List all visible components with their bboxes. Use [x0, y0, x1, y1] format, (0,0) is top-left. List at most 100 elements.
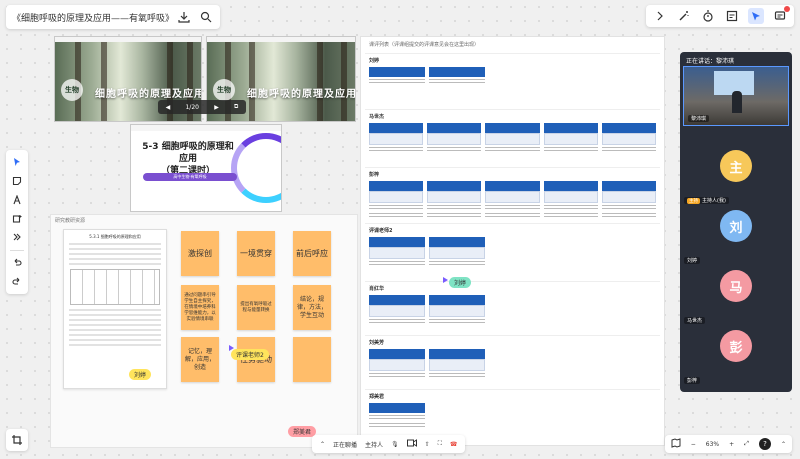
tool-divider — [10, 249, 24, 251]
avatar: 刘 — [720, 210, 752, 242]
board-panel-title: 研究教研资源 — [55, 218, 86, 224]
top-right-toolbar — [646, 5, 794, 27]
slide-tag: 生物 — [61, 79, 83, 101]
hangup-icon[interactable]: ☎ — [450, 441, 457, 448]
review-doc-panel[interactable]: 课评列表（评课组提交的评课意见会在这里出现） 刘婷 马世杰 彭梓 评课老师2 肖… — [360, 36, 665, 446]
left-tool-palette — [6, 150, 28, 294]
section-name: 郑美君 — [369, 394, 385, 400]
main-video[interactable]: 黎沛琪 — [683, 66, 789, 126]
help-icon[interactable]: ? — [758, 438, 771, 450]
section-name: 彭梓 — [369, 172, 380, 178]
cursor-icon[interactable] — [748, 8, 764, 24]
crop-icon[interactable] — [6, 429, 28, 451]
worksheet-image[interactable]: 5.3.1 细胞呼吸的原理和应用 — [63, 229, 167, 389]
host-tag: 主持 — [687, 197, 700, 204]
review-section: 评课老师2 — [365, 223, 660, 267]
participant-tile[interactable]: 刘 刘婷 — [680, 204, 792, 268]
worksheet-chart — [70, 269, 160, 305]
participant-tile[interactable]: 彭 彭梓 — [680, 324, 792, 388]
participant-name: 刘婷 — [684, 257, 701, 264]
sticky-note[interactable]: 通过问题串引导学生自主探究，在情境中培养科学思维能力，以实验情境串联 — [181, 285, 219, 330]
decorative-ring — [231, 133, 281, 203]
section-name: 刘美芳 — [369, 340, 385, 346]
participant-name: 马世杰 — [684, 317, 706, 324]
board-title: 《细胞呼吸的原理及应用——有氧呼吸》 — [12, 13, 170, 24]
review-section: 彭梓 — [365, 167, 660, 219]
chat-icon[interactable] — [772, 6, 790, 24]
remote-cursor-icon — [443, 277, 448, 283]
participant-tile[interactable]: 马 马世杰 — [680, 264, 792, 328]
user-name-pill: 郑美君 — [288, 426, 317, 437]
speaking-label: 正在聊播 — [333, 441, 358, 449]
magic-wand-icon[interactable] — [676, 8, 692, 24]
zoom-percent: 63% — [705, 440, 720, 448]
sticky-note[interactable]: 提出有氧呼吸过程与能量转换 — [237, 285, 275, 330]
timer-icon[interactable] — [700, 8, 716, 24]
user-name-pill: 刘婷 — [129, 369, 152, 380]
next-page-icon[interactable]: ▶ — [214, 104, 219, 111]
board-icon[interactable] — [724, 8, 740, 24]
meeting-bar: ⌃ 正在聊播 主持人 🎙 ⇧ ⛶ ☎ — [312, 435, 466, 453]
map-icon[interactable] — [671, 438, 681, 450]
collapse-icon[interactable]: ⌃ — [781, 441, 786, 448]
sticky-note[interactable]: 结论，规律，方法，学生互动 — [293, 285, 331, 330]
slide-pager: ◀ 1/20 ▶ ⧉ — [158, 100, 246, 114]
pen-icon[interactable] — [9, 194, 25, 207]
ppt-subtitle: 高中生物·有氧呼吸 — [143, 173, 237, 181]
section-name: 肖红华 — [369, 286, 385, 292]
undo-icon[interactable] — [9, 257, 25, 270]
title-bar: 《细胞呼吸的原理及应用——有氧呼吸》 — [6, 5, 220, 29]
review-section: 刘美芳 — [365, 335, 660, 379]
zoom-out-icon[interactable]: − — [691, 441, 696, 448]
participant-name: 彭梓 — [684, 377, 701, 384]
ppt-slide[interactable]: 5-3 细胞呼吸的原理和应用 （第二课时） 高中生物·有氧呼吸 — [130, 124, 282, 212]
share-icon[interactable]: ⇧ — [425, 441, 430, 448]
expand-icon[interactable]: ⤢ — [744, 440, 749, 448]
slide-heading: 细胞呼吸的原理及应用 — [247, 89, 356, 100]
select-icon[interactable] — [9, 156, 25, 169]
page-total: /20 — [189, 103, 199, 111]
sticky-note[interactable]: 激探创 — [181, 231, 219, 276]
chevron-up-icon[interactable]: ⌃ — [320, 441, 325, 448]
worksheet-title: 5.3.1 细胞呼吸的原理和应用 — [89, 234, 141, 239]
board-panel[interactable]: 研究教研资源 5.3.1 细胞呼吸的原理和应用 刘婷 激探创 一境贯穿 前后呼应… — [50, 214, 358, 448]
download-icon[interactable] — [176, 9, 192, 25]
search-icon[interactable] — [198, 9, 214, 25]
chevron-right-icon[interactable] — [652, 8, 668, 24]
slide-heading: 细胞呼吸的原理及应用 — [95, 89, 202, 100]
participant-name: 主持人(我) — [702, 198, 726, 204]
sticky-note[interactable]: 前后呼应 — [293, 231, 331, 276]
review-section: 刘婷 — [365, 53, 660, 85]
section-name: 刘婷 — [369, 58, 380, 64]
user-name-pill: 刘婷 — [449, 277, 472, 288]
main-video-label: 黎沛琪 — [688, 115, 710, 122]
video-panel: 正在讲话：黎沛琪 黎沛琪 主 主持 主持人(我) 刘 刘婷 马 马世杰 彭 彭梓 — [680, 52, 792, 392]
redo-icon[interactable] — [9, 275, 25, 288]
sticky-note-icon[interactable] — [9, 175, 25, 188]
sticky-note[interactable]: 记忆，理解，应用，创造 — [181, 337, 219, 382]
sticky-note[interactable] — [293, 337, 331, 382]
zoom-bar: − 63% + ⤢ ? ⌃ — [664, 435, 792, 453]
insert-icon[interactable] — [9, 212, 25, 225]
section-name: 评课老师2 — [369, 228, 393, 234]
fullscreen-icon[interactable]: ⛶ — [438, 440, 442, 448]
section-name: 马世杰 — [369, 114, 385, 120]
sticky-note[interactable]: 一境贯穿 — [237, 231, 275, 276]
avatar: 彭 — [720, 330, 752, 362]
prev-page-icon[interactable]: ◀ — [166, 104, 171, 111]
camera-icon[interactable] — [406, 439, 417, 449]
zoom-in-icon[interactable]: + — [729, 441, 734, 448]
participant-tile[interactable]: 主 主持 主持人(我) — [680, 144, 792, 208]
avatar: 马 — [720, 270, 752, 302]
microphone-icon[interactable]: 🎙 — [391, 441, 399, 448]
present-icon[interactable]: ⧉ — [234, 103, 238, 111]
review-section: 马世杰 — [365, 109, 660, 153]
slides-panel: 生物 细胞呼吸的原理及应用 生物 细胞呼吸的原理及应用 5-3 细胞呼吸的原理和… — [50, 36, 360, 214]
doc-header: 课评列表（评课组提交的评课意见会在这里出现） — [369, 42, 480, 48]
review-section: 肖红华 — [365, 281, 660, 325]
avatar: 主 — [720, 150, 752, 182]
ppt-title-line1: 5-3 细胞呼吸的原理和应用 — [142, 142, 234, 164]
slide-tag: 生物 — [213, 79, 235, 101]
more-icon[interactable] — [9, 231, 25, 244]
user-name-pill: 评课老师2 — [231, 349, 269, 360]
